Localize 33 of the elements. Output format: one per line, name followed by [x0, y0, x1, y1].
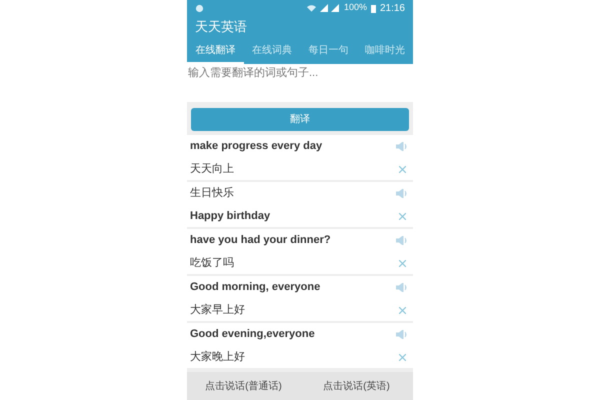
close-icon[interactable] [398, 166, 406, 173]
speaker-icon[interactable] [396, 236, 408, 246]
tab[interactable]: 每日一句 [300, 38, 356, 64]
english-text: Good morning, everyone [190, 280, 322, 295]
input-field[interactable]: 输入需要翻译的词或句子... [187, 64, 413, 102]
tab[interactable]: 在线词典 [244, 38, 300, 64]
clock: 21:16 [380, 2, 405, 16]
app-title: 天天英语 [195, 18, 247, 36]
speaker-icon[interactable] [396, 142, 408, 152]
translate-button[interactable]: 翻译 [191, 108, 409, 131]
wifi-icon [306, 4, 316, 12]
tab[interactable]: 咖啡时光 [356, 38, 413, 64]
speaker-icon[interactable] [396, 330, 408, 340]
chinese-text: 生日快乐 [190, 186, 235, 201]
signal-icon [320, 4, 340, 12]
close-icon[interactable] [398, 306, 406, 314]
english-text: have you had your dinner? [190, 233, 332, 248]
battery-percentage: 100% [344, 1, 367, 14]
speaker-icon[interactable] [396, 283, 408, 292]
chinese-text: 大家晚上好 [190, 350, 246, 364]
close-icon[interactable] [398, 260, 406, 267]
english-text: make progress every day [190, 139, 324, 154]
battery-icon [370, 4, 376, 12]
english-text: Good evening,everyone [190, 327, 316, 342]
speak-button[interactable]: 点击说话(英语) [300, 372, 413, 400]
chinese-text: 天天向上 [190, 162, 235, 176]
close-icon[interactable] [398, 354, 406, 361]
chinese-text: 大家早上好 [190, 302, 246, 318]
close-icon[interactable] [398, 212, 406, 220]
chinese-text: 吃饭了吗 [190, 256, 235, 270]
english-text: Happy birthday [190, 208, 272, 224]
speak-button[interactable]: 点击说话(普通话) [187, 372, 300, 400]
speaker-icon[interactable] [396, 189, 408, 198]
